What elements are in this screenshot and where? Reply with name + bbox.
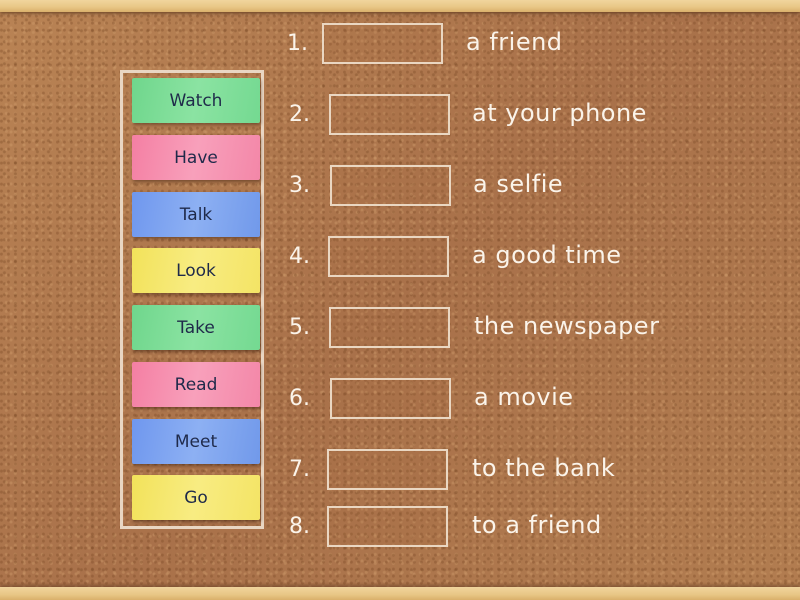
match-item: 4. a good time — [0, 236, 800, 280]
item-phrase: a selfie — [473, 170, 564, 198]
item-phrase: the newspaper — [474, 312, 660, 340]
answer-drop-slot[interactable] — [327, 506, 448, 547]
board-frame-bottom — [0, 587, 800, 600]
match-item: 6. a movie — [0, 378, 800, 422]
answer-drop-slot[interactable] — [322, 23, 443, 64]
answer-drop-slot[interactable] — [330, 378, 451, 419]
item-phrase: to the bank — [472, 454, 616, 482]
answer-drop-slot[interactable] — [330, 165, 451, 206]
item-phrase: a good time — [472, 241, 622, 269]
board-frame-top — [0, 0, 800, 12]
item-number: 5. — [289, 315, 310, 340]
match-item: 7. to the bank — [0, 449, 800, 493]
item-phrase: a movie — [474, 383, 574, 411]
item-number: 8. — [289, 514, 310, 539]
item-phrase: at your phone — [472, 99, 647, 127]
match-item: 8. to a friend — [0, 506, 800, 550]
item-number: 2. — [289, 102, 310, 127]
item-number: 6. — [289, 386, 310, 411]
item-phrase: a friend — [466, 28, 563, 56]
match-item: 2. at your phone — [0, 94, 800, 138]
answer-drop-slot[interactable] — [327, 449, 448, 490]
answer-drop-slot[interactable] — [328, 236, 449, 277]
item-number: 4. — [289, 244, 310, 269]
answer-drop-slot[interactable] — [329, 307, 450, 348]
match-item: 3. a selfie — [0, 165, 800, 209]
item-number: 3. — [289, 173, 310, 198]
item-number: 7. — [289, 457, 310, 482]
match-item: 5. the newspaper — [0, 307, 800, 351]
item-number: 1. — [287, 31, 308, 56]
answer-drop-slot[interactable] — [329, 94, 450, 135]
match-item: 1. a friend — [0, 23, 800, 67]
item-phrase: to a friend — [472, 511, 602, 539]
